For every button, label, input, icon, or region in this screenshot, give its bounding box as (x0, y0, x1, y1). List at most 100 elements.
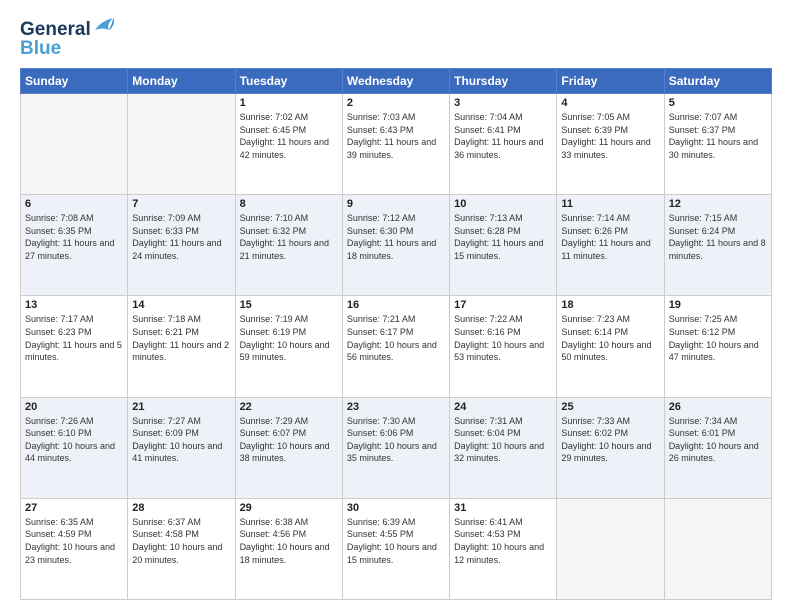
day-number: 26 (669, 401, 767, 413)
calendar-cell: 3 Sunrise: 7:04 AM Sunset: 6:41 PM Daylig… (450, 94, 557, 195)
calendar-header-row: SundayMondayTuesdayWednesdayThursdayFrid… (21, 69, 772, 94)
day-number: 18 (561, 299, 659, 311)
day-info: Sunrise: 7:33 AM Sunset: 6:02 PM Dayligh… (561, 415, 659, 465)
day-info: Sunrise: 6:38 AM Sunset: 4:56 PM Dayligh… (240, 516, 338, 566)
day-number: 6 (25, 198, 123, 210)
day-info: Sunrise: 7:31 AM Sunset: 6:04 PM Dayligh… (454, 415, 552, 465)
day-info: Sunrise: 7:34 AM Sunset: 6:01 PM Dayligh… (669, 415, 767, 465)
day-number: 11 (561, 198, 659, 210)
day-info: Sunrise: 7:30 AM Sunset: 6:06 PM Dayligh… (347, 415, 445, 465)
calendar-cell: 4 Sunrise: 7:05 AM Sunset: 6:39 PM Daylig… (557, 94, 664, 195)
calendar-cell: 9 Sunrise: 7:12 AM Sunset: 6:30 PM Daylig… (342, 195, 449, 296)
day-info: Sunrise: 7:08 AM Sunset: 6:35 PM Dayligh… (25, 212, 123, 262)
calendar-week-row: 6 Sunrise: 7:08 AM Sunset: 6:35 PM Daylig… (21, 195, 772, 296)
day-number: 10 (454, 198, 552, 210)
calendar-table: SundayMondayTuesdayWednesdayThursdayFrid… (20, 68, 772, 600)
day-number: 2 (347, 97, 445, 109)
calendar-cell: 8 Sunrise: 7:10 AM Sunset: 6:32 PM Daylig… (235, 195, 342, 296)
calendar-cell: 19Sunrise: 7:25 AM Sunset: 6:12 PM Dayli… (664, 296, 771, 397)
header: General Blue (20, 18, 772, 58)
day-info: Sunrise: 7:10 AM Sunset: 6:32 PM Dayligh… (240, 212, 338, 262)
day-info: Sunrise: 7:15 AM Sunset: 6:24 PM Dayligh… (669, 212, 767, 262)
day-info: Sunrise: 7:19 AM Sunset: 6:19 PM Dayligh… (240, 313, 338, 363)
calendar-cell: 31 Sunrise: 6:41 AM Sunset: 4:53 PM Dayli… (450, 498, 557, 599)
day-number: 3 (454, 97, 552, 109)
calendar-week-row: 20Sunrise: 7:26 AM Sunset: 6:10 PM Dayli… (21, 397, 772, 498)
day-number: 16 (347, 299, 445, 311)
day-number: 13 (25, 299, 123, 311)
day-info: Sunrise: 6:37 AM Sunset: 4:58 PM Dayligh… (132, 516, 230, 566)
calendar-cell: 22 Sunrise: 7:29 AM Sunset: 6:07 PM Dayli… (235, 397, 342, 498)
calendar-cell: 2 Sunrise: 7:03 AM Sunset: 6:43 PM Daylig… (342, 94, 449, 195)
calendar-cell: 12 Sunrise: 7:15 AM Sunset: 6:24 PM Dayli… (664, 195, 771, 296)
day-number: 1 (240, 97, 338, 109)
day-info: Sunrise: 7:27 AM Sunset: 6:09 PM Dayligh… (132, 415, 230, 465)
day-number: 9 (347, 198, 445, 210)
calendar-cell: 24Sunrise: 7:31 AM Sunset: 6:04 PM Dayli… (450, 397, 557, 498)
day-number: 19 (669, 299, 767, 311)
day-number: 15 (240, 299, 338, 311)
weekday-header-sunday: Sunday (21, 69, 128, 94)
calendar-cell: 10 Sunrise: 7:13 AM Sunset: 6:28 PM Dayli… (450, 195, 557, 296)
day-number: 14 (132, 299, 230, 311)
calendar-cell (128, 94, 235, 195)
calendar-cell: 11 Sunrise: 7:14 AM Sunset: 6:26 PM Dayli… (557, 195, 664, 296)
calendar-cell: 14Sunrise: 7:18 AM Sunset: 6:21 PM Dayli… (128, 296, 235, 397)
day-info: Sunrise: 7:05 AM Sunset: 6:39 PM Dayligh… (561, 111, 659, 161)
day-number: 28 (132, 502, 230, 514)
calendar-cell: 21Sunrise: 7:27 AM Sunset: 6:09 PM Dayli… (128, 397, 235, 498)
day-info: Sunrise: 7:09 AM Sunset: 6:33 PM Dayligh… (132, 212, 230, 262)
day-number: 22 (240, 401, 338, 413)
logo-blue: Blue (20, 39, 61, 58)
day-info: Sunrise: 7:29 AM Sunset: 6:07 PM Dayligh… (240, 415, 338, 465)
day-number: 30 (347, 502, 445, 514)
day-number: 31 (454, 502, 552, 514)
weekday-header-saturday: Saturday (664, 69, 771, 94)
day-number: 20 (25, 401, 123, 413)
calendar-cell: 13 Sunrise: 7:17 AM Sunset: 6:23 PM Dayli… (21, 296, 128, 397)
calendar-cell: 20Sunrise: 7:26 AM Sunset: 6:10 PM Dayli… (21, 397, 128, 498)
calendar-cell: 7 Sunrise: 7:09 AM Sunset: 6:33 PM Daylig… (128, 195, 235, 296)
day-number: 25 (561, 401, 659, 413)
logo-general: General (20, 19, 91, 40)
calendar-week-row: 27Sunrise: 6:35 AM Sunset: 4:59 PM Dayli… (21, 498, 772, 599)
day-number: 8 (240, 198, 338, 210)
calendar-cell: 23Sunrise: 7:30 AM Sunset: 6:06 PM Dayli… (342, 397, 449, 498)
day-number: 12 (669, 198, 767, 210)
calendar-cell: 1Sunrise: 7:02 AM Sunset: 6:45 PM Daylig… (235, 94, 342, 195)
day-number: 7 (132, 198, 230, 210)
day-info: Sunrise: 6:41 AM Sunset: 4:53 PM Dayligh… (454, 516, 552, 566)
calendar-cell: 17 Sunrise: 7:22 AM Sunset: 6:16 PM Dayli… (450, 296, 557, 397)
day-number: 27 (25, 502, 123, 514)
day-info: Sunrise: 7:23 AM Sunset: 6:14 PM Dayligh… (561, 313, 659, 363)
day-info: Sunrise: 7:13 AM Sunset: 6:28 PM Dayligh… (454, 212, 552, 262)
page: General Blue SundayMondayTuesdayWednesda… (0, 0, 792, 612)
calendar-cell: 25 Sunrise: 7:33 AM Sunset: 6:02 PM Dayli… (557, 397, 664, 498)
calendar-cell: 16Sunrise: 7:21 AM Sunset: 6:17 PM Dayli… (342, 296, 449, 397)
calendar-cell: 30 Sunrise: 6:39 AM Sunset: 4:55 PM Dayli… (342, 498, 449, 599)
calendar-cell (557, 498, 664, 599)
weekday-header-friday: Friday (557, 69, 664, 94)
logo: General Blue (20, 18, 115, 58)
day-info: Sunrise: 7:04 AM Sunset: 6:41 PM Dayligh… (454, 111, 552, 161)
weekday-header-tuesday: Tuesday (235, 69, 342, 94)
day-info: Sunrise: 6:39 AM Sunset: 4:55 PM Dayligh… (347, 516, 445, 566)
day-info: Sunrise: 7:07 AM Sunset: 6:37 PM Dayligh… (669, 111, 767, 161)
day-number: 4 (561, 97, 659, 109)
calendar-cell (664, 498, 771, 599)
day-number: 5 (669, 97, 767, 109)
day-info: Sunrise: 7:12 AM Sunset: 6:30 PM Dayligh… (347, 212, 445, 262)
calendar-cell: 15 Sunrise: 7:19 AM Sunset: 6:19 PM Dayli… (235, 296, 342, 397)
weekday-header-thursday: Thursday (450, 69, 557, 94)
day-number: 17 (454, 299, 552, 311)
day-info: Sunrise: 7:22 AM Sunset: 6:16 PM Dayligh… (454, 313, 552, 363)
calendar-cell: 26 Sunrise: 7:34 AM Sunset: 6:01 PM Dayli… (664, 397, 771, 498)
calendar-cell (21, 94, 128, 195)
day-number: 29 (240, 502, 338, 514)
day-info: Sunrise: 7:03 AM Sunset: 6:43 PM Dayligh… (347, 111, 445, 161)
day-info: Sunrise: 7:17 AM Sunset: 6:23 PM Dayligh… (25, 313, 123, 363)
calendar-cell: 5 Sunrise: 7:07 AM Sunset: 6:37 PM Daylig… (664, 94, 771, 195)
logo-bird-icon (93, 16, 115, 34)
day-info: Sunrise: 7:14 AM Sunset: 6:26 PM Dayligh… (561, 212, 659, 262)
calendar-cell: 27Sunrise: 6:35 AM Sunset: 4:59 PM Dayli… (21, 498, 128, 599)
